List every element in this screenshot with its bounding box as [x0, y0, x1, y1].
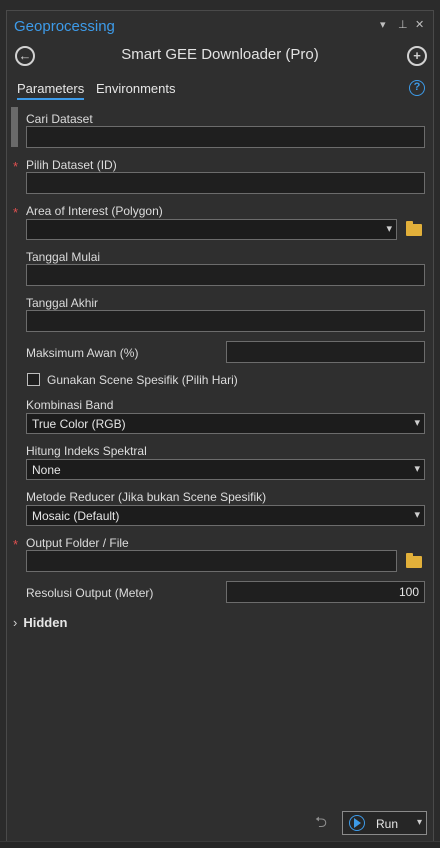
required-marker: *	[13, 159, 19, 174]
maks-awan-label: Maksimum Awan (%)	[26, 346, 139, 360]
close-icon[interactable]: ✕	[415, 18, 424, 31]
indeks-spektral-label: Hitung Indeks Spektral	[26, 444, 147, 458]
chevron-down-icon[interactable]: ▾	[417, 817, 422, 828]
tool-title: Smart GEE Downloader (Pro)	[121, 46, 319, 63]
indeks-spektral-value: None	[32, 463, 61, 477]
pin-icon[interactable]: ⊥	[398, 18, 408, 31]
kombinasi-band-dropdown[interactable]: True Color (RGB) ▾	[26, 413, 425, 434]
chevron-down-icon: ▾	[414, 417, 420, 429]
tab-environments[interactable]: Environments	[96, 81, 175, 96]
kombinasi-band-value: True Color (RGB)	[32, 417, 126, 431]
aoi-dropdown[interactable]: ▾	[26, 219, 397, 240]
tanggal-akhir-label: Tanggal Akhir	[26, 296, 99, 310]
resolusi-label: Resolusi Output (Meter)	[26, 586, 154, 600]
tanggal-mulai-input[interactable]	[26, 264, 425, 286]
folder-icon[interactable]	[406, 553, 422, 568]
run-button[interactable]: Run ▾	[342, 811, 427, 835]
metode-reducer-dropdown[interactable]: Mosaic (Default) ▾	[26, 505, 425, 526]
folder-icon[interactable]	[406, 221, 422, 236]
cari-dataset-label: Cari Dataset	[26, 112, 93, 126]
scene-spesifik-checkbox[interactable]	[27, 373, 40, 386]
aoi-label: Area of Interest (Polygon)	[26, 204, 163, 218]
pilih-dataset-input[interactable]	[26, 172, 425, 194]
cari-dataset-input[interactable]	[26, 126, 425, 148]
maks-awan-input[interactable]	[226, 341, 425, 363]
bottom-tab[interactable]	[335, 842, 405, 848]
scene-spesifik-label: Gunakan Scene Spesifik (Pilih Hari)	[47, 373, 238, 387]
chevron-down-icon: ▾	[386, 223, 392, 235]
run-label: Run	[376, 817, 399, 831]
bottom-tab[interactable]	[250, 842, 320, 848]
chevron-down-icon: ▾	[414, 509, 420, 521]
help-icon[interactable]: ?	[409, 80, 425, 96]
bottom-tab[interactable]	[6, 842, 76, 848]
required-marker: *	[13, 537, 19, 552]
metode-reducer-label: Metode Reducer (Jika bukan Scene Spesifi…	[26, 490, 267, 504]
tanggal-mulai-label: Tanggal Mulai	[26, 250, 101, 264]
kombinasi-band-label: Kombinasi Band	[26, 398, 114, 412]
bottom-tab[interactable]	[170, 842, 240, 848]
required-marker: *	[13, 205, 19, 220]
bottom-tab[interactable]	[86, 842, 156, 848]
resolusi-input[interactable]: 100	[226, 581, 425, 603]
chevron-right-icon: ›	[13, 615, 18, 630]
hidden-section-label: Hidden	[23, 615, 68, 630]
pane-menu-icon[interactable]: ▾	[380, 18, 386, 31]
pane-title: Geoprocessing	[14, 18, 115, 35]
tanggal-akhir-input[interactable]	[26, 310, 425, 332]
bottom-pane-tabs	[0, 841, 440, 848]
metode-reducer-value: Mosaic (Default)	[32, 509, 120, 523]
add-icon[interactable]: +	[407, 46, 427, 66]
output-folder-label: Output Folder / File	[26, 536, 129, 550]
model-flow-icon[interactable]: ⮌	[315, 815, 331, 831]
tab-parameters[interactable]: Parameters	[17, 81, 85, 100]
scrollbar-thumb[interactable]	[11, 107, 18, 147]
play-icon	[349, 815, 365, 831]
resolusi-value: 100	[398, 585, 419, 599]
geoprocessing-pane: Geoprocessing ▾ ⊥ ✕ ← Smart GEE Download…	[6, 10, 434, 848]
indeks-spektral-dropdown[interactable]: None ▾	[26, 459, 425, 480]
hidden-section-toggle[interactable]: › Hidden	[13, 615, 67, 630]
output-folder-input[interactable]	[26, 550, 397, 572]
pilih-dataset-label: Pilih Dataset (ID)	[26, 158, 117, 172]
chevron-down-icon: ▾	[414, 463, 420, 475]
pane-titlebar: Geoprocessing ▾ ⊥ ✕	[7, 11, 433, 41]
